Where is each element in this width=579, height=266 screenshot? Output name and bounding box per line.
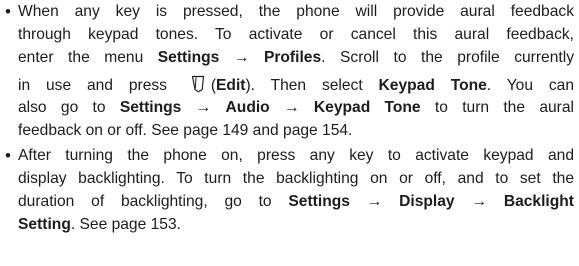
arrow: → — [349, 193, 400, 210]
menu-term-keypad-tone: Keypad Tone — [378, 77, 487, 94]
edit-softkey-icon — [191, 75, 204, 93]
text-line: Setting. See page 153. — [18, 216, 181, 233]
menu-term-display: Display — [399, 193, 455, 210]
menu-term-audio: Audio — [225, 99, 270, 116]
arrow: → — [269, 99, 314, 116]
menu-term-profiles: Profiles — [263, 49, 322, 66]
softkey-edit-label: Edit — [216, 77, 246, 94]
manual-page: • When any key is pressed, the phone wil… — [0, 0, 579, 266]
arrow: → — [181, 99, 226, 116]
text-line: feedback on or off. See page 149 and pag… — [18, 122, 353, 139]
bullet-marker: • — [5, 146, 11, 165]
text-line: enter the menu Settings → Profiles. Scro… — [18, 49, 574, 66]
menu-term-backlight: Backlight — [503, 193, 574, 210]
text-line: display backlighting. To turn the backli… — [18, 170, 574, 187]
menu-term-keypad-tone: Keypad Tone — [313, 99, 421, 116]
arrow: → — [219, 49, 264, 66]
menu-term-settings: Settings — [288, 193, 350, 210]
arrow: → — [454, 193, 504, 210]
text-line: in use and press (Edit). Then select Key… — [18, 74, 574, 97]
menu-term-setting: Setting — [18, 216, 71, 233]
menu-term-settings: Settings — [119, 99, 182, 116]
text-line: When any key is pressed, the phone will … — [18, 3, 574, 20]
text-line: also go to Settings → Audio → Keypad Ton… — [18, 99, 574, 116]
menu-term-settings: Settings — [157, 49, 220, 66]
text-line: After turning the phone on, press any ke… — [18, 147, 574, 164]
text-line: duration of backlighting, go to Settings… — [18, 193, 574, 210]
text-line: through keypad tones. To activate or can… — [18, 26, 574, 43]
bullet-marker: • — [5, 2, 11, 21]
